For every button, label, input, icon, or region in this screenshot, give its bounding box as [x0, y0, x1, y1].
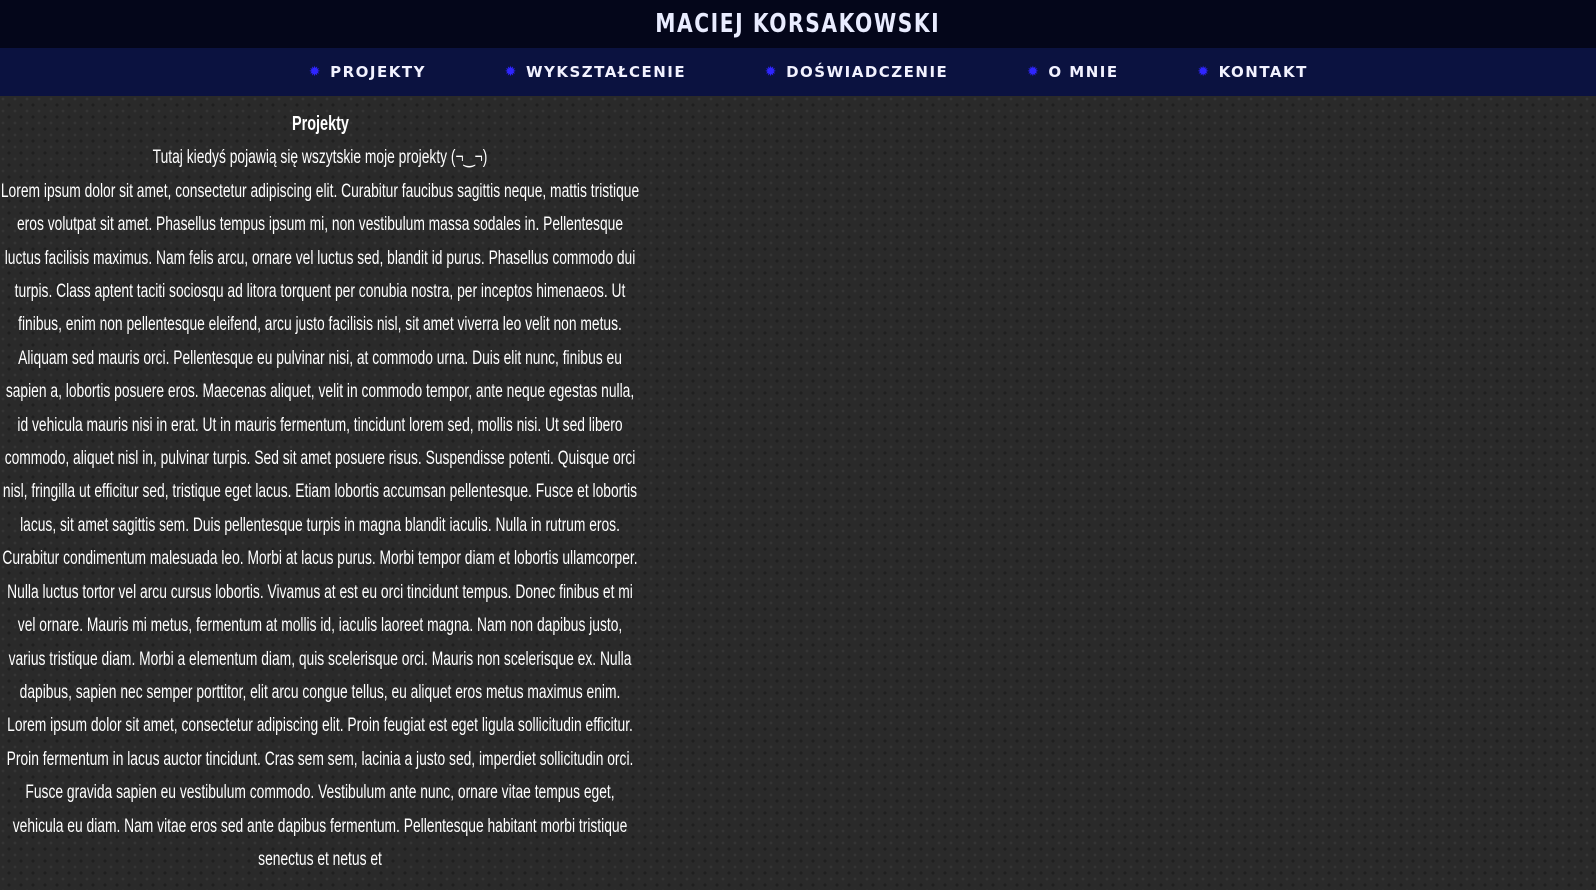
projects-section: Projekty Tutaj kiedyś pojawią się wszyts… — [0, 96, 640, 876]
section-title: Projekty — [291, 113, 349, 135]
nav-item-label: WYKSZTAŁCENIE — [525, 63, 687, 81]
nav-item-label: PROJEKTY — [330, 63, 426, 81]
nav-list: ✹ PROJEKTY ✹ WYKSZTAŁCENIE ✹ DOŚWIADCZEN… — [308, 63, 1308, 81]
main-nav: ✹ PROJEKTY ✹ WYKSZTAŁCENIE ✹ DOŚWIADCZEN… — [0, 48, 1596, 96]
gear-icon: ✹ — [1026, 63, 1039, 80]
section-body-text: Lorem ipsum dolor sit amet, consectetur … — [0, 180, 640, 870]
gear-icon: ✹ — [764, 63, 777, 80]
section-text: Tutaj kiedyś pojawią się wszytskie moje … — [0, 141, 640, 876]
site-header: MACIEJ KORSAKOWSKI — [0, 0, 1596, 48]
gear-icon: ✹ — [504, 63, 517, 80]
gear-icon: ✹ — [1197, 63, 1209, 80]
gear-icon: ✹ — [308, 63, 321, 80]
nav-item-projekty[interactable]: ✹ PROJEKTY — [308, 63, 426, 81]
site-title: MACIEJ KORSAKOWSKI — [655, 9, 941, 39]
nav-item-kontakt[interactable]: ✹ KONTAKT — [1197, 63, 1308, 81]
nav-item-o-mnie[interactable]: ✹ O MNIE — [1026, 63, 1118, 81]
nav-item-label: KONTAKT — [1218, 63, 1308, 81]
nav-item-label: DOŚWIADCZENIE — [786, 63, 949, 81]
nav-item-label: O MNIE — [1048, 63, 1119, 81]
section-subtitle: Tutaj kiedyś pojawią się wszytskie moje … — [152, 147, 488, 169]
nav-item-doswiadczenie[interactable]: ✹ DOŚWIADCZENIE — [764, 63, 948, 81]
nav-item-wyksztalcenie[interactable]: ✹ WYKSZTAŁCENIE — [504, 63, 686, 81]
